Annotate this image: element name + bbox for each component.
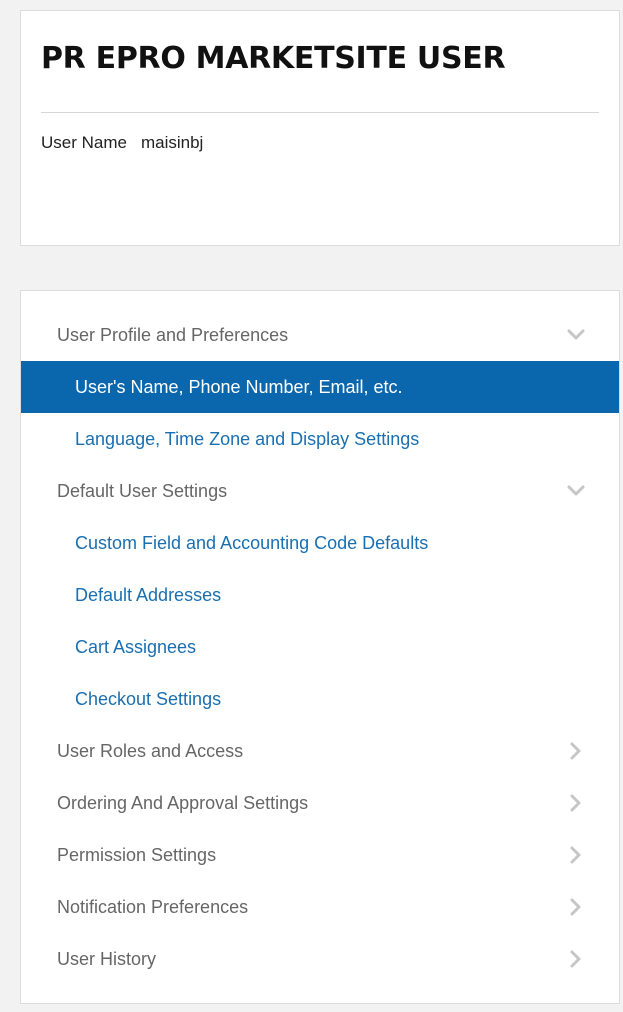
nav-item-users-name-phone-email[interactable]: User's Name, Phone Number, Email, etc. xyxy=(21,361,619,413)
user-summary-card: PR EPRO MARKETSITE USER User Name maisinb… xyxy=(20,10,620,246)
divider xyxy=(41,112,599,113)
nav-item-label: Custom Field and Accounting Code Default… xyxy=(75,533,429,553)
nav-item-language-time-zone-display[interactable]: Language, Time Zone and Display Settings xyxy=(21,413,619,465)
nav-section-label: User History xyxy=(57,949,157,969)
chevron-right-icon xyxy=(565,725,587,777)
chevron-right-icon xyxy=(565,777,587,829)
user-name-field: User Name maisinbj xyxy=(41,133,599,153)
chevron-right-icon xyxy=(565,881,587,933)
chevron-down-icon xyxy=(565,309,587,361)
chevron-down-icon xyxy=(565,465,587,517)
nav-item-label: Checkout Settings xyxy=(75,689,222,709)
chevron-right-icon xyxy=(565,829,587,881)
nav-item-label: Cart Assignees xyxy=(75,637,197,657)
nav-section-label: User Roles and Access xyxy=(57,741,244,761)
nav-section-ordering-approval-settings[interactable]: Ordering And Approval Settings xyxy=(21,777,619,829)
user-name-value: maisinbj xyxy=(140,133,204,152)
nav-section-notification-preferences[interactable]: Notification Preferences xyxy=(21,881,619,933)
nav-section-label: Notification Preferences xyxy=(57,897,249,917)
nav-item-label: User's Name, Phone Number, Email, etc. xyxy=(75,377,403,397)
nav-section-user-profile[interactable]: User Profile and Preferences xyxy=(21,309,619,361)
nav-section-label: Ordering And Approval Settings xyxy=(57,793,309,813)
chevron-right-icon xyxy=(565,933,587,985)
nav-item-label: Language, Time Zone and Display Settings xyxy=(75,429,420,449)
nav-section-default-user-settings[interactable]: Default User Settings xyxy=(21,465,619,517)
user-title: PR EPRO MARKETSITE USER xyxy=(41,41,506,76)
nav-item-custom-field-accounting-code-defaults[interactable]: Custom Field and Accounting Code Default… xyxy=(21,517,619,569)
settings-navigation: User Profile and Preferences User's Name… xyxy=(20,290,620,1004)
nav-item-cart-assignees[interactable]: Cart Assignees xyxy=(21,621,619,673)
nav-section-label: Permission Settings xyxy=(57,845,217,865)
nav-item-label: Default Addresses xyxy=(75,585,222,605)
nav-item-checkout-settings[interactable]: Checkout Settings xyxy=(21,673,619,725)
nav-section-label: Default User Settings xyxy=(57,481,228,501)
nav-section-user-roles-access[interactable]: User Roles and Access xyxy=(21,725,619,777)
user-name-label: User Name xyxy=(41,133,127,152)
nav-section-permission-settings[interactable]: Permission Settings xyxy=(21,829,619,881)
nav-section-user-history[interactable]: User History xyxy=(21,933,619,985)
nav-section-label: User Profile and Preferences xyxy=(57,325,289,345)
nav-item-default-addresses[interactable]: Default Addresses xyxy=(21,569,619,621)
